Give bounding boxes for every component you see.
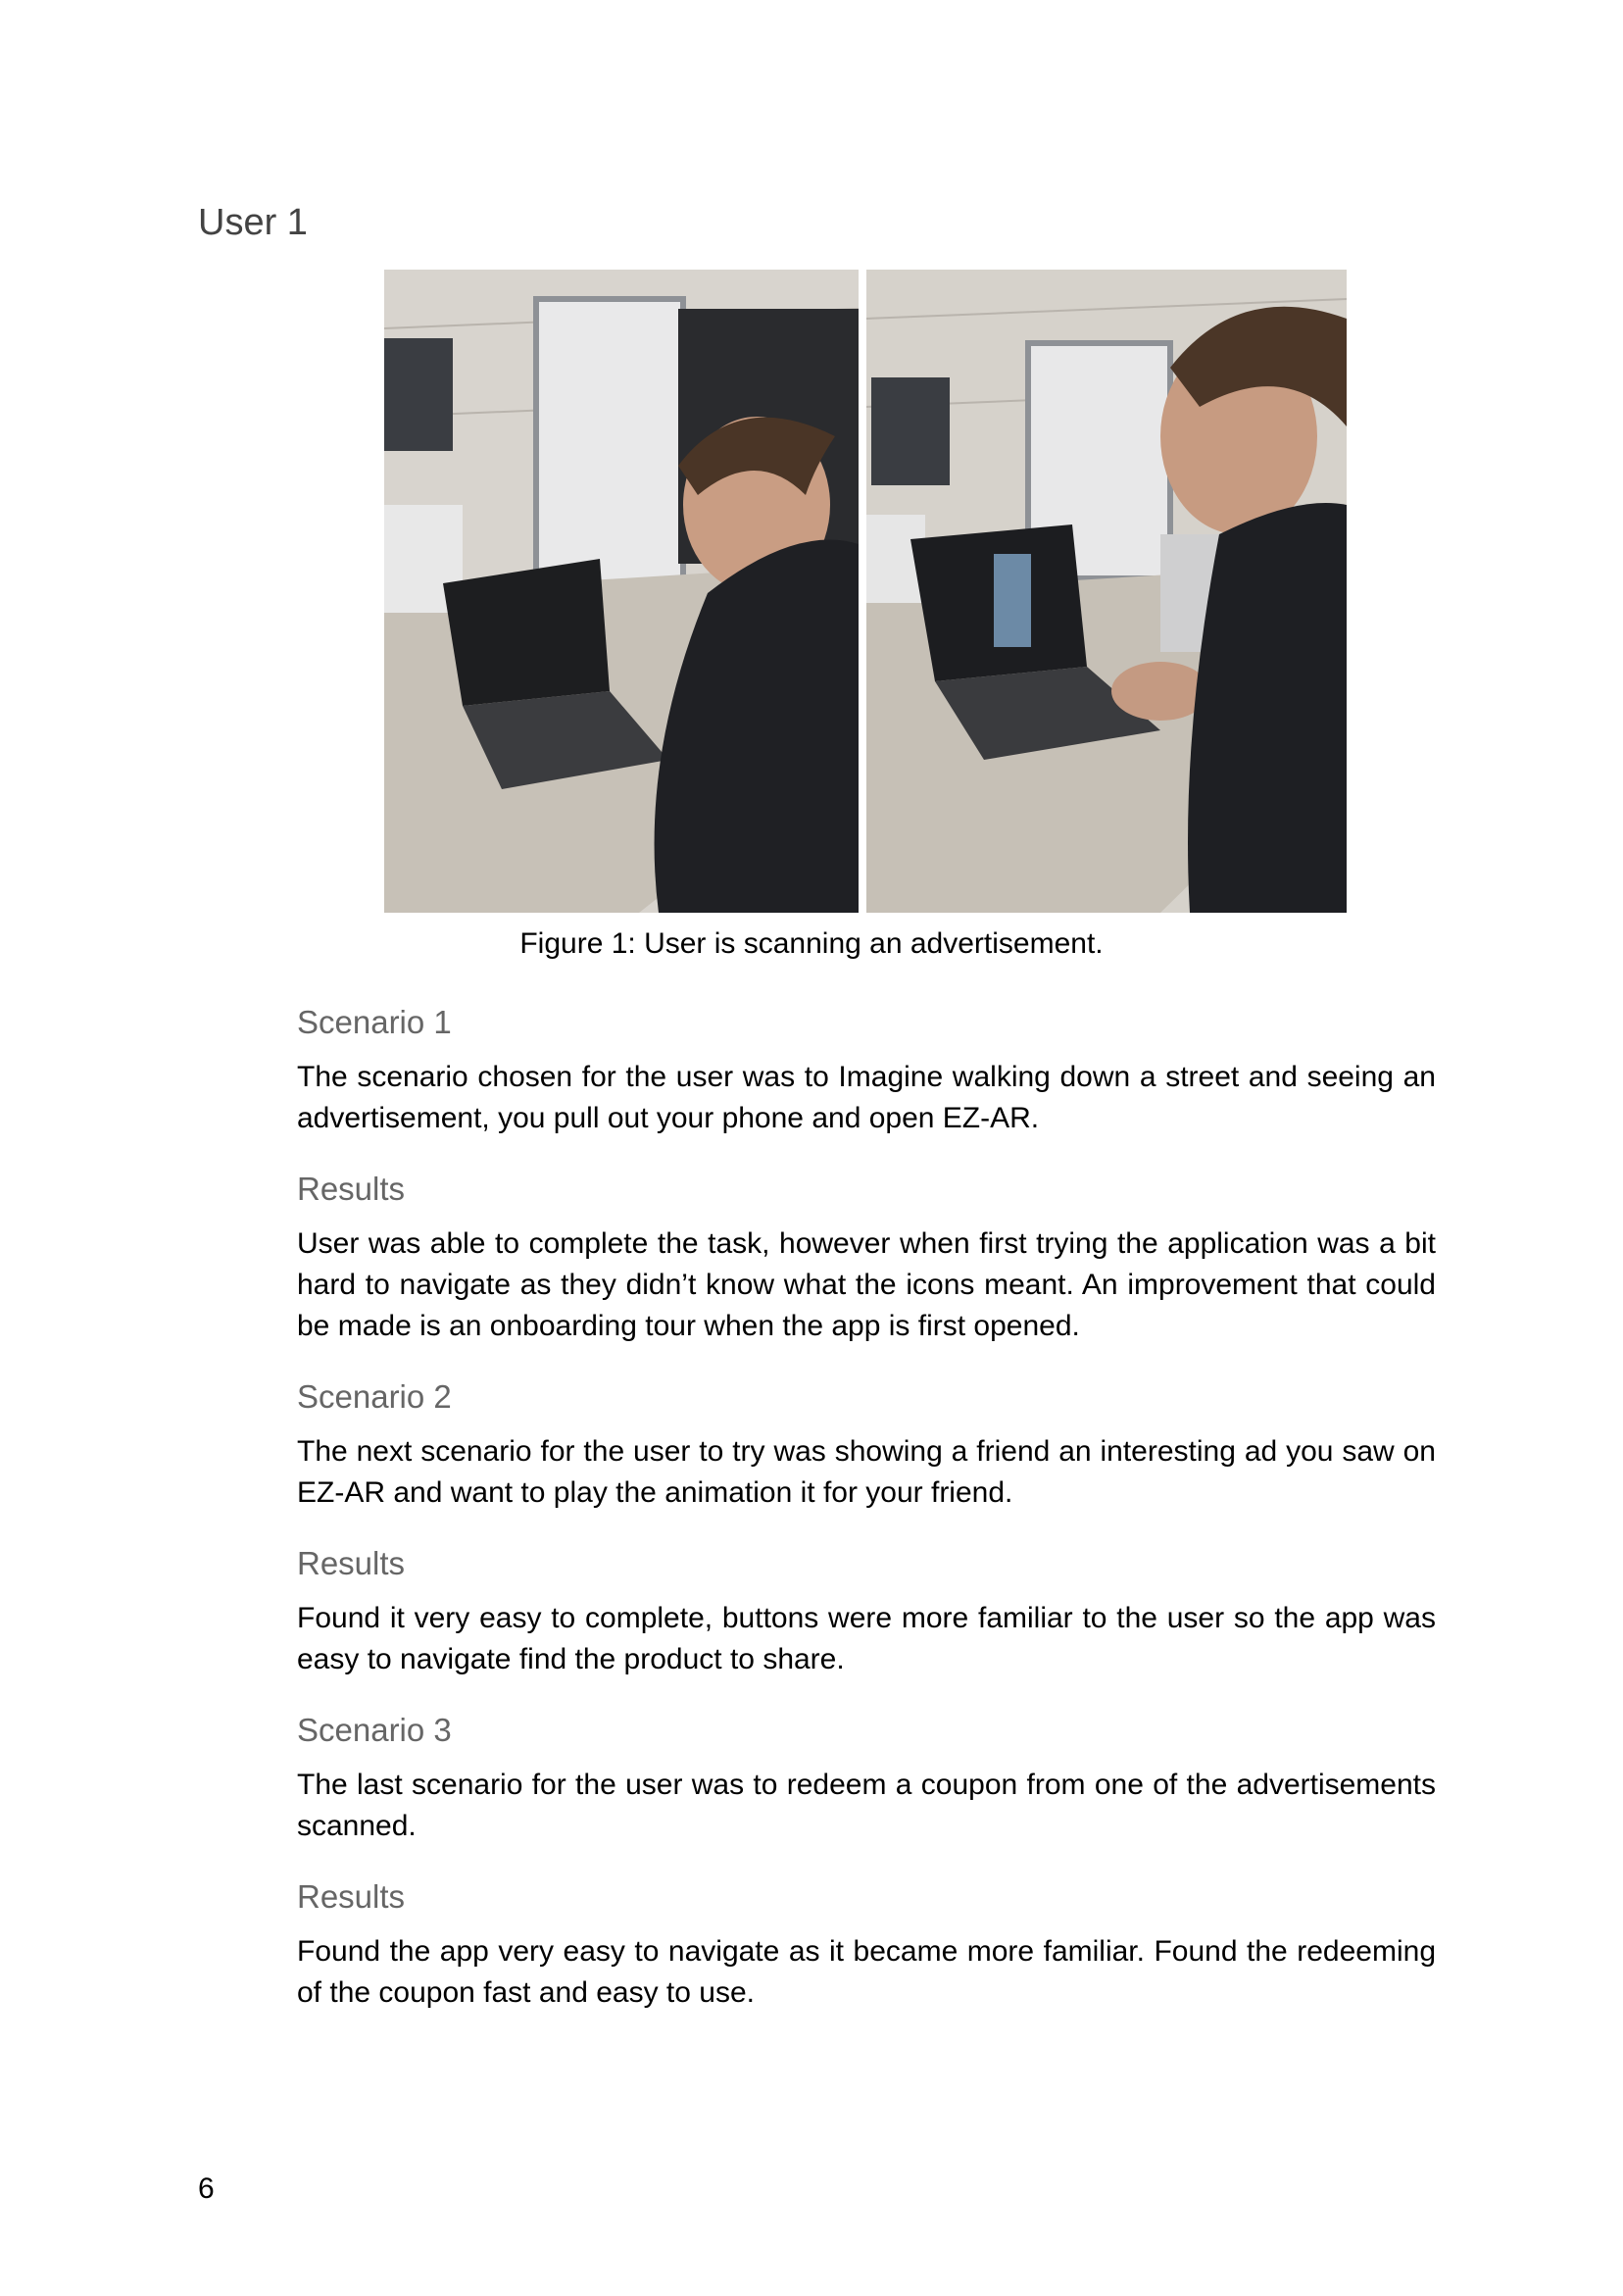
figure-caption: Figure 1: User is scanning an advertisem… <box>519 927 1104 960</box>
photo-user-laptop-left-image <box>384 270 859 913</box>
section-text-results-1: User was able to complete the task, howe… <box>297 1227 1436 1342</box>
content: Scenario 1 The scenario chosen for the u… <box>297 1002 1436 2043</box>
figure <box>384 270 1347 913</box>
section-heading-scenario-2: Scenario 2 <box>297 1378 452 1415</box>
photo-right <box>866 270 1347 913</box>
section-heading-scenario-1: Scenario 1 <box>297 1004 452 1040</box>
section-heading-results-3: Results <box>297 1878 406 1915</box>
section-text-scenario-2: The next scenario for the user to try wa… <box>297 1435 1436 1509</box>
section-text-results-2: Found it very easy to complete, buttons … <box>297 1602 1436 1675</box>
section-text-scenario-3: The last scenario for the user was to re… <box>297 1769 1436 1842</box>
section-text-results-3: Found the app very easy to navigate as i… <box>297 1935 1436 2009</box>
section-heading-results-2: Results <box>297 1545 406 1581</box>
section-text-scenario-1: The scenario chosen for the user was to … <box>297 1061 1436 1134</box>
page-number: 6 <box>198 2172 215 2205</box>
page-title: User 1 <box>198 202 308 243</box>
section-heading-results-1: Results <box>297 1171 406 1207</box>
section-heading-scenario-3: Scenario 3 <box>297 1712 452 1748</box>
photo-user-laptop-right-image <box>866 270 1347 913</box>
photo-left <box>384 270 859 913</box>
